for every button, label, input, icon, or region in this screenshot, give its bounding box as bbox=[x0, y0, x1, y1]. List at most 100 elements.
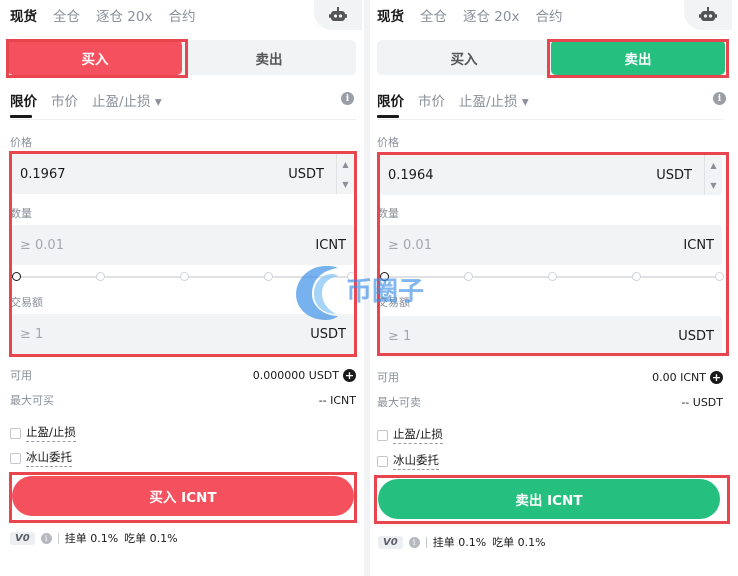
vip-badge[interactable]: V0 bbox=[378, 535, 403, 549]
divider bbox=[57, 532, 59, 544]
price-unit: USDT bbox=[656, 167, 692, 183]
tab-futures[interactable]: 合约 bbox=[168, 5, 195, 25]
price-input[interactable]: 0.1967 USDT ▲ ▼ bbox=[12, 154, 354, 194]
max-sell-value: -- USDT bbox=[681, 395, 723, 409]
plus-icon[interactable]: + bbox=[710, 370, 723, 384]
total-input[interactable]: ≥ 1 USDT bbox=[12, 314, 354, 354]
amount-unit: ICNT bbox=[683, 237, 714, 253]
slider-step-75[interactable] bbox=[264, 272, 273, 281]
slider-step-50[interactable] bbox=[180, 272, 189, 281]
step-up-icon[interactable]: ▲ bbox=[710, 161, 716, 170]
amount-slider[interactable] bbox=[380, 271, 724, 283]
tab-stop[interactable]: 止盈/止损 ▾ bbox=[92, 90, 162, 110]
slider-step-25[interactable] bbox=[464, 272, 473, 281]
sell-submit-button[interactable]: 卖出 ICNT bbox=[378, 479, 720, 519]
total-unit: USDT bbox=[678, 328, 714, 344]
tab-cross[interactable]: 全仓 bbox=[420, 5, 447, 25]
divider bbox=[377, 119, 723, 120]
price-label: 价格 bbox=[377, 136, 399, 149]
tp-sl-label: 止盈/止损 bbox=[393, 426, 443, 444]
divider bbox=[425, 536, 427, 548]
max-buy-row: 最大可买 -- ICNT bbox=[10, 392, 356, 408]
tp-sl-label: 止盈/止损 bbox=[26, 424, 76, 442]
trading-bot-button[interactable] bbox=[314, 0, 362, 30]
step-up-icon[interactable]: ▲ bbox=[342, 160, 348, 169]
amount-placeholder: ≥ 0.01 bbox=[388, 237, 432, 253]
price-stepper[interactable]: ▲ ▼ bbox=[336, 154, 354, 194]
taker-fee: 吃单 0.1% bbox=[492, 536, 546, 549]
tab-spot[interactable]: 现货 bbox=[10, 5, 37, 25]
tab-cross[interactable]: 全仓 bbox=[53, 5, 80, 25]
order-type-tabs: 限价 市价 止盈/止损 ▾ bbox=[377, 90, 529, 110]
maker-fee: 挂单 0.1% bbox=[64, 532, 119, 545]
buy-panel: 现货 全仓 逐仓 20x 合约 买入 卖出 限价 市价 止盈/止损 ▾ i 价格… bbox=[0, 0, 362, 576]
info-icon[interactable]: i bbox=[341, 92, 354, 105]
tab-limit[interactable]: 限价 bbox=[377, 90, 404, 110]
tab-futures[interactable]: 合约 bbox=[535, 5, 562, 25]
taker-fee: 吃单 0.1% bbox=[124, 532, 178, 545]
sell-side-button[interactable]: 卖出 bbox=[182, 40, 356, 75]
buy-side-button[interactable]: 买入 bbox=[8, 40, 182, 75]
tp-sl-checkbox[interactable] bbox=[377, 429, 388, 441]
buy-side-button[interactable]: 买入 bbox=[377, 40, 551, 75]
amount-placeholder: ≥ 0.01 bbox=[20, 237, 64, 253]
slider-step-75[interactable] bbox=[632, 272, 641, 281]
price-label: 价格 bbox=[10, 136, 32, 149]
slider-step-100[interactable] bbox=[347, 272, 356, 281]
order-type-tabs: 限价 市价 止盈/止损 ▾ bbox=[10, 90, 162, 110]
trading-bot-button[interactable] bbox=[684, 0, 732, 30]
side-toggle: 买入 卖出 bbox=[377, 40, 725, 75]
tab-limit[interactable]: 限价 bbox=[10, 90, 37, 110]
vip-badge[interactable]: V0 bbox=[10, 531, 35, 545]
total-input[interactable]: ≥ 1 USDT bbox=[380, 316, 722, 356]
buy-submit-button[interactable]: 买入 ICNT bbox=[12, 476, 354, 516]
max-buy-label: 最大可买 bbox=[10, 394, 54, 407]
info-icon[interactable]: i bbox=[408, 536, 420, 548]
tab-market[interactable]: 市价 bbox=[418, 90, 445, 110]
side-toggle: 买入 卖出 bbox=[8, 40, 356, 75]
tab-market[interactable]: 市价 bbox=[51, 90, 78, 110]
price-input[interactable]: 0.1964 USDT ▲ ▼ bbox=[380, 155, 722, 195]
iceberg-checkbox[interactable] bbox=[10, 452, 21, 464]
total-placeholder: ≥ 1 bbox=[20, 326, 44, 342]
available-row: 可用 0.000000 USDT + bbox=[10, 367, 356, 383]
amount-input[interactable]: ≥ 0.01 ICNT bbox=[380, 225, 722, 265]
step-down-icon[interactable]: ▼ bbox=[342, 180, 348, 189]
plus-icon[interactable]: + bbox=[343, 368, 356, 382]
info-icon[interactable]: i bbox=[40, 532, 52, 544]
amount-slider[interactable] bbox=[12, 271, 356, 283]
iceberg-checkbox[interactable] bbox=[377, 455, 388, 467]
tp-sl-checkbox[interactable] bbox=[10, 427, 21, 439]
step-down-icon[interactable]: ▼ bbox=[710, 181, 716, 190]
tab-isolated[interactable]: 逐仓 20x bbox=[463, 5, 519, 25]
amount-input[interactable]: ≥ 0.01 ICNT bbox=[12, 225, 354, 265]
price-stepper[interactable]: ▲ ▼ bbox=[704, 155, 722, 195]
tab-isolated[interactable]: 逐仓 20x bbox=[96, 5, 152, 25]
total-label: 交易额 bbox=[377, 296, 410, 309]
slider-step-25[interactable] bbox=[96, 272, 105, 281]
max-buy-value: -- ICNT bbox=[318, 393, 356, 407]
total-placeholder: ≥ 1 bbox=[388, 328, 412, 344]
iceberg-option[interactable]: 冰山委托 bbox=[377, 452, 439, 470]
info-icon[interactable]: i bbox=[713, 92, 726, 105]
total-unit: USDT bbox=[310, 326, 346, 342]
tab-stop[interactable]: 止盈/止损 ▾ bbox=[459, 90, 529, 110]
slider-handle[interactable] bbox=[12, 272, 21, 281]
available-value: 0.000000 USDT bbox=[252, 368, 339, 382]
available-label: 可用 bbox=[10, 369, 32, 382]
sell-side-button[interactable]: 卖出 bbox=[551, 40, 725, 75]
divider bbox=[10, 119, 356, 120]
iceberg-option[interactable]: 冰山委托 bbox=[10, 449, 72, 467]
tp-sl-option[interactable]: 止盈/止损 bbox=[10, 424, 76, 442]
slider-handle[interactable] bbox=[380, 272, 389, 281]
amount-label: 数量 bbox=[377, 207, 399, 220]
available-label: 可用 bbox=[377, 371, 399, 384]
amount-label: 数量 bbox=[10, 207, 32, 220]
sell-panel: 现货 全仓 逐仓 20x 合约 买入 卖出 限价 市价 止盈/止损 ▾ i 价格… bbox=[370, 0, 732, 576]
slider-step-100[interactable] bbox=[715, 272, 724, 281]
iceberg-label: 冰山委托 bbox=[26, 449, 72, 467]
tp-sl-option[interactable]: 止盈/止损 bbox=[377, 426, 443, 444]
tab-spot[interactable]: 现货 bbox=[377, 5, 404, 25]
max-sell-row: 最大可卖 -- USDT bbox=[377, 394, 723, 410]
slider-step-50[interactable] bbox=[548, 272, 557, 281]
